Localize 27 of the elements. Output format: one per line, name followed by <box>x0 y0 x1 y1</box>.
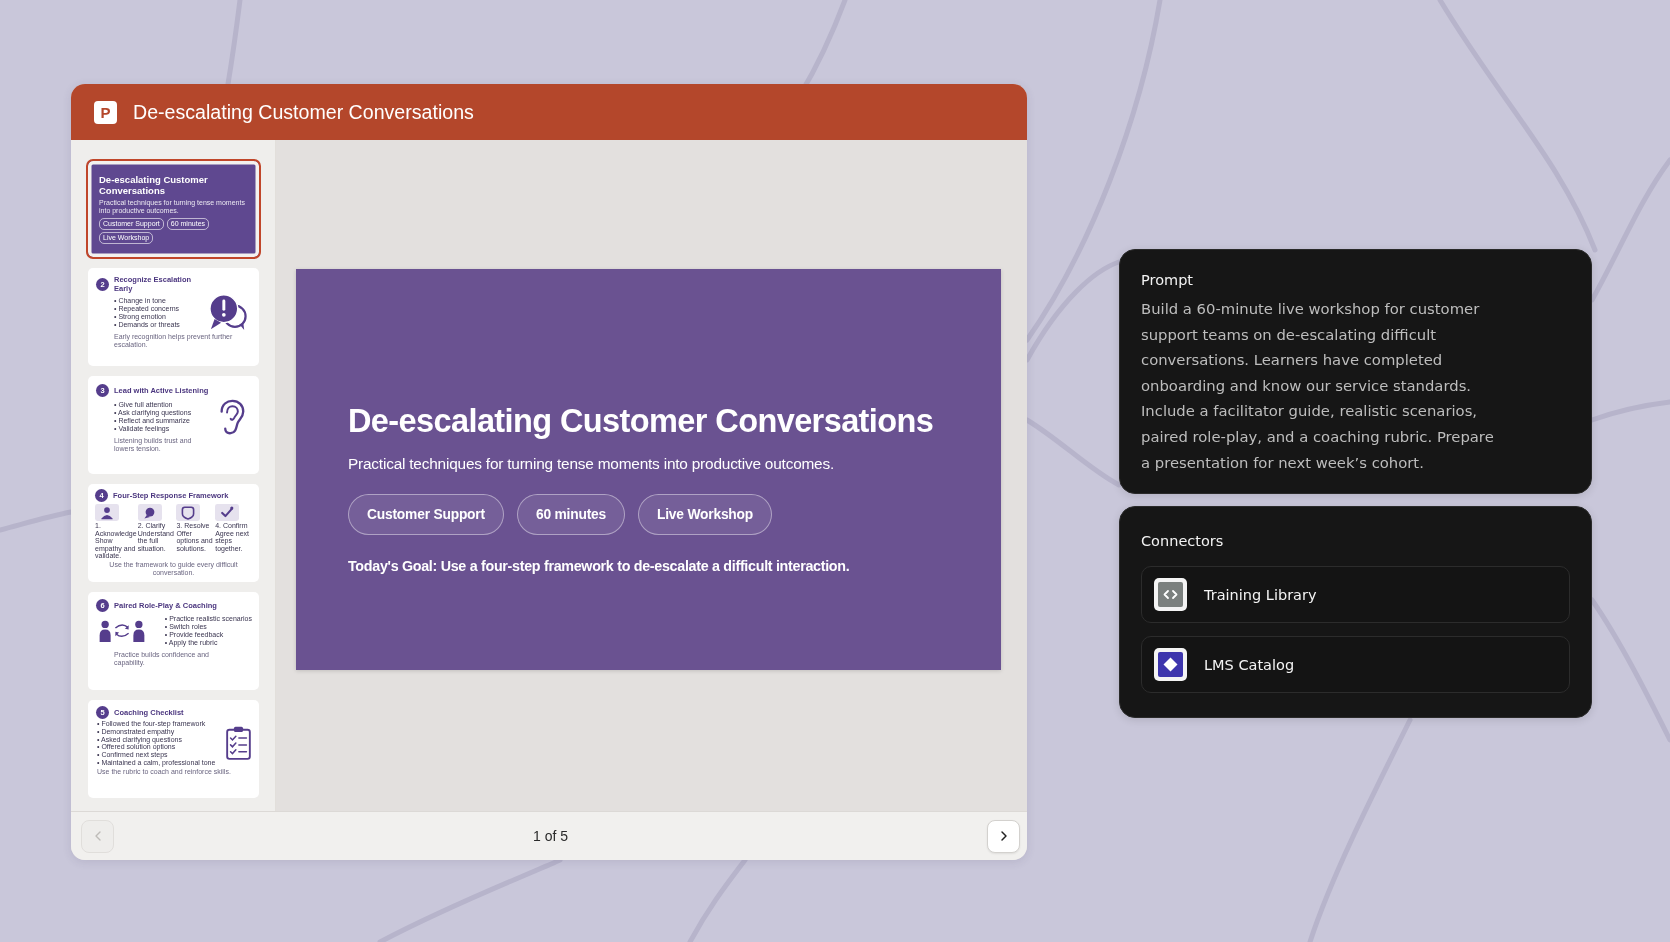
goal-text: Today's Goal: Use a four-step framework to de-escalate a difficult interaction. <box>348 557 850 575</box>
ear-icon <box>218 399 246 435</box>
app-logo: P <box>94 100 117 124</box>
window-title: De-escalating Customer Conversations <box>133 100 474 124</box>
connector-item[interactable]: Training Library <box>1141 566 1570 624</box>
clipboard-checklist-icon <box>226 726 251 761</box>
topic-tag: Customer Support <box>348 494 504 535</box>
speech-bubbles-icon <box>208 294 248 331</box>
chat-bubble-icon <box>137 504 162 521</box>
topic-tag: 60 minutes <box>516 494 625 535</box>
check-icon <box>215 504 240 521</box>
person-icon <box>95 504 119 521</box>
panel-heading: Prompt <box>1141 271 1195 290</box>
code-icon <box>1154 578 1187 612</box>
panel-heading: Connectors <box>1141 532 1225 552</box>
topic-tag: Live Workshop <box>638 494 773 535</box>
slide-title: De-escalating Customer Conversations <box>348 402 934 441</box>
slide-subtitle: Practical techniques for turning tense moments into productive outcomes. <box>348 455 835 473</box>
thumbnail-title: De-escalating Customer Conversations <box>99 174 209 196</box>
connector-item[interactable]: LMS Catalog <box>1141 636 1570 694</box>
slide-thumbnail[interactable] <box>88 700 259 798</box>
slide-thumbnail[interactable] <box>88 484 259 582</box>
prompt-text: Build a 60-minute live workshop for customer support teams on de-escalating difficult conversations. Learners have completed onboarding and know our service standards. Include a facilitator guide, realistic scenarios, paired role-play, and a coaching rubric. Prepare a presentation for next week’s cohort. <box>1141 299 1495 473</box>
two-people-arrows-icon <box>99 620 145 642</box>
page-indicator: 1 of 5 <box>533 828 568 844</box>
next-button[interactable] <box>987 819 1020 853</box>
shield-icon <box>176 504 201 521</box>
